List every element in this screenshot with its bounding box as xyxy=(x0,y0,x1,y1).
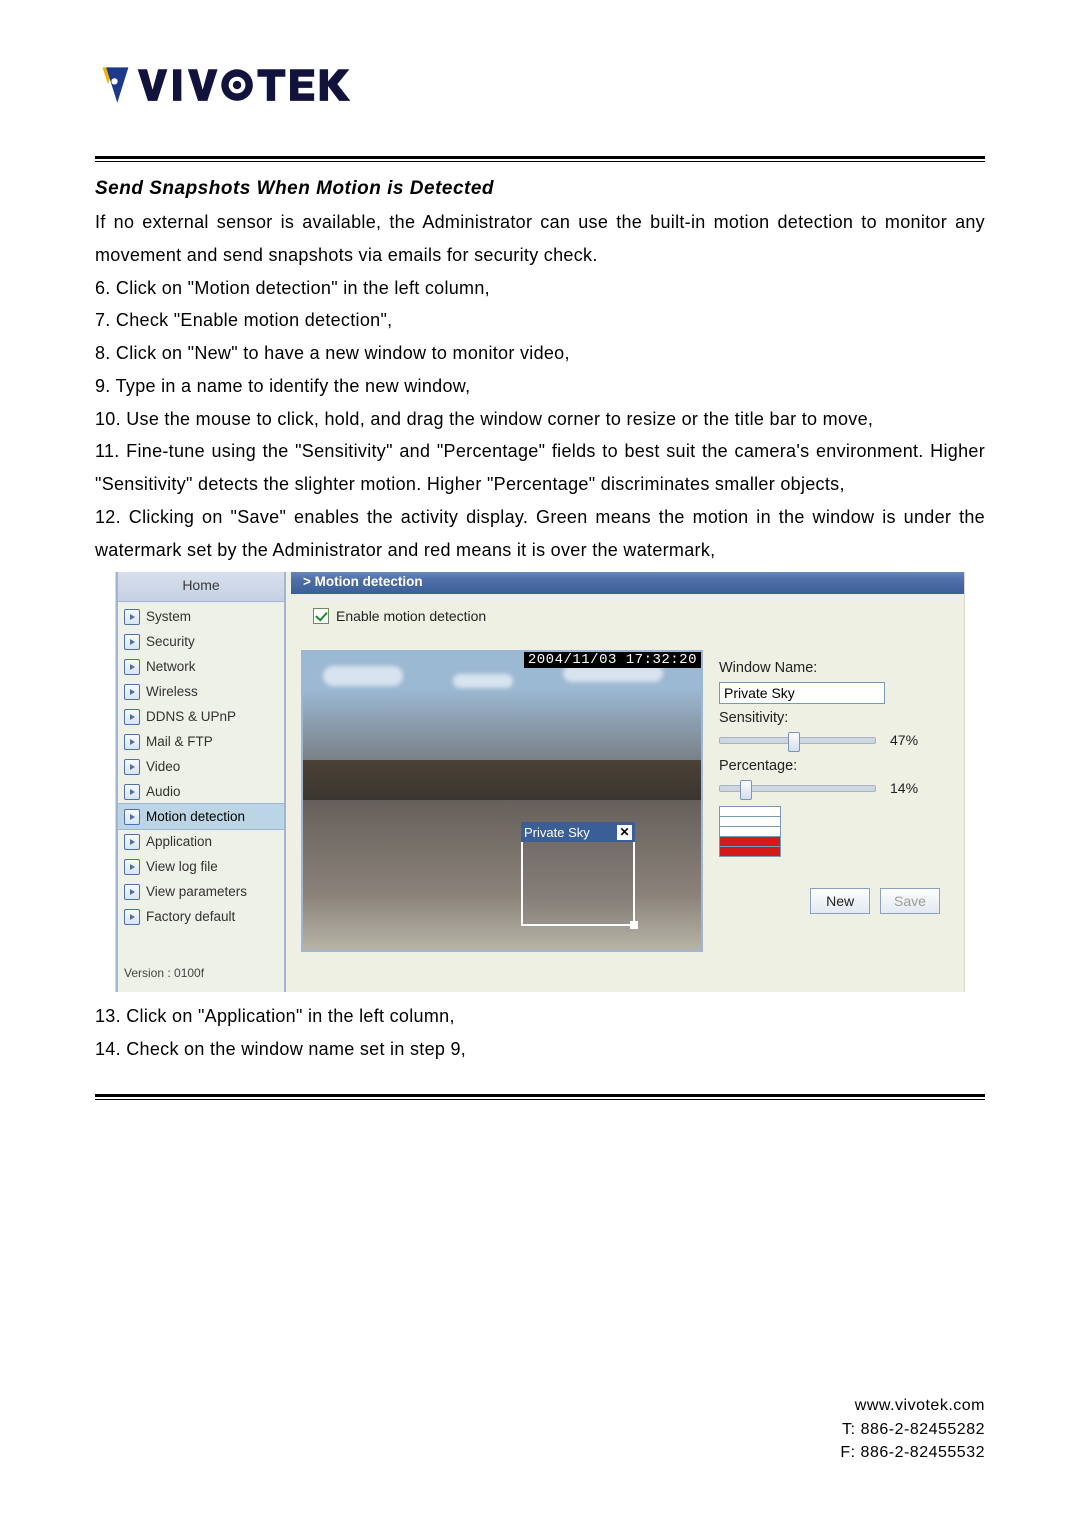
sidebar-home[interactable]: Home xyxy=(118,572,284,602)
step-9: 9. Type in a name to identify the new wi… xyxy=(95,370,985,403)
footer-url: www.vivotek.com xyxy=(840,1394,985,1417)
arrow-right-icon xyxy=(124,684,140,700)
sidebar-item-label: View log file xyxy=(146,859,218,874)
roi-window-title: Private Sky xyxy=(524,825,590,840)
arrow-right-icon xyxy=(124,909,140,925)
step-14: 14. Check on the window name set in step… xyxy=(95,1033,985,1066)
arrow-right-icon xyxy=(124,634,140,650)
close-icon[interactable]: ✕ xyxy=(617,825,632,840)
new-button[interactable]: New xyxy=(810,888,870,914)
step-8: 8. Click on "New" to have a new window t… xyxy=(95,337,985,370)
sidebar-item-label: Audio xyxy=(146,784,181,799)
sidebar-item-label: View parameters xyxy=(146,884,247,899)
sidebar-item-application[interactable]: Application xyxy=(118,829,284,854)
footer-rule xyxy=(95,1094,985,1100)
sidebar-item-label: Video xyxy=(146,759,180,774)
arrow-right-icon xyxy=(124,859,140,875)
sidebar-item-label: DDNS & UPnP xyxy=(146,709,236,724)
sidebar-item-label: Motion detection xyxy=(146,809,245,824)
sidebar-item-label: Application xyxy=(146,834,212,849)
embedded-screenshot: Home System Security Network Wireless DDNS &… xyxy=(115,572,965,992)
resize-handle-se[interactable] xyxy=(630,921,638,929)
arrow-right-icon xyxy=(124,659,140,675)
arrow-right-icon xyxy=(124,809,140,825)
enable-motion-label: Enable motion detection xyxy=(336,608,486,624)
sidebar-item-label: Security xyxy=(146,634,195,649)
breadcrumb: > Motion detection xyxy=(291,572,964,594)
footer-tel: T: 886-2-82455282 xyxy=(840,1418,985,1441)
step-6: 6. Click on "Motion detection" in the le… xyxy=(95,272,985,305)
percentage-label: Percentage: xyxy=(719,758,952,774)
sidebar-item-mail-ftp[interactable]: Mail & FTP xyxy=(118,729,284,754)
step-11: 11. Fine-tune using the "Sensitivity" an… xyxy=(95,435,985,501)
intro-paragraph: If no external sensor is available, the … xyxy=(95,206,985,272)
sidebar-item-label: Wireless xyxy=(146,684,198,699)
activity-meter xyxy=(719,806,781,857)
sidebar-item-video[interactable]: Video xyxy=(118,754,284,779)
window-name-input[interactable] xyxy=(719,682,885,704)
step-10: 10. Use the mouse to click, hold, and dr… xyxy=(95,403,985,436)
sidebar-item-ddns-upnp[interactable]: DDNS & UPnP xyxy=(118,704,284,729)
sidebar-item-factory-default[interactable]: Factory default xyxy=(118,904,284,929)
arrow-right-icon xyxy=(124,734,140,750)
sidebar-item-motion-detection[interactable]: Motion detection xyxy=(118,803,284,830)
step-7: 7. Check "Enable motion detection", xyxy=(95,304,985,337)
sidebar-item-label: System xyxy=(146,609,191,624)
video-preview[interactable]: 2004/11/03 17:32:20 Private Sky ✕ xyxy=(301,650,703,952)
body-text: If no external sensor is available, the … xyxy=(95,206,985,566)
config-sidebar: Home System Security Network Wireless DDNS &… xyxy=(116,572,286,992)
step-12: 12. Clicking on "Save" enables the activ… xyxy=(95,501,985,567)
arrow-right-icon xyxy=(124,784,140,800)
video-timestamp: 2004/11/03 17:32:20 xyxy=(524,652,701,668)
sidebar-item-label: Factory default xyxy=(146,909,235,924)
sidebar-item-audio[interactable]: Audio xyxy=(118,779,284,804)
sidebar-item-network[interactable]: Network xyxy=(118,654,284,679)
save-button[interactable]: Save xyxy=(880,888,940,914)
percentage-value: 14% xyxy=(890,780,918,796)
arrow-right-icon xyxy=(124,834,140,850)
window-name-label: Window Name: xyxy=(719,660,952,676)
sidebar-item-label: Mail & FTP xyxy=(146,734,213,749)
page-footer: www.vivotek.com T: 886-2-82455282 F: 886… xyxy=(840,1394,985,1464)
header-rule xyxy=(95,156,985,162)
sensitivity-value: 47% xyxy=(890,732,918,748)
sensitivity-slider[interactable] xyxy=(719,737,876,744)
arrow-right-icon xyxy=(124,609,140,625)
step-13: 13. Click on "Application" in the left c… xyxy=(95,1000,985,1033)
brand-logo xyxy=(95,60,985,130)
roi-window[interactable]: Private Sky ✕ xyxy=(521,822,635,926)
version-label: Version : 0100f xyxy=(124,966,204,980)
sidebar-item-system[interactable]: System xyxy=(118,604,284,629)
sidebar-item-view-parameters[interactable]: View parameters xyxy=(118,879,284,904)
enable-motion-checkbox[interactable] xyxy=(313,608,329,624)
sidebar-item-security[interactable]: Security xyxy=(118,629,284,654)
sidebar-item-view-log-file[interactable]: View log file xyxy=(118,854,284,879)
body-text-after: 13. Click on "Application" in the left c… xyxy=(95,1000,985,1066)
footer-fax: F: 886-2-82455532 xyxy=(840,1441,985,1464)
arrow-right-icon xyxy=(124,884,140,900)
sidebar-item-label: Network xyxy=(146,659,196,674)
percentage-slider[interactable] xyxy=(719,785,876,792)
arrow-right-icon xyxy=(124,709,140,725)
section-title: Send Snapshots When Motion is Detected xyxy=(95,178,985,200)
sidebar-item-wireless[interactable]: Wireless xyxy=(118,679,284,704)
sensitivity-label: Sensitivity: xyxy=(719,710,952,726)
arrow-right-icon xyxy=(124,759,140,775)
